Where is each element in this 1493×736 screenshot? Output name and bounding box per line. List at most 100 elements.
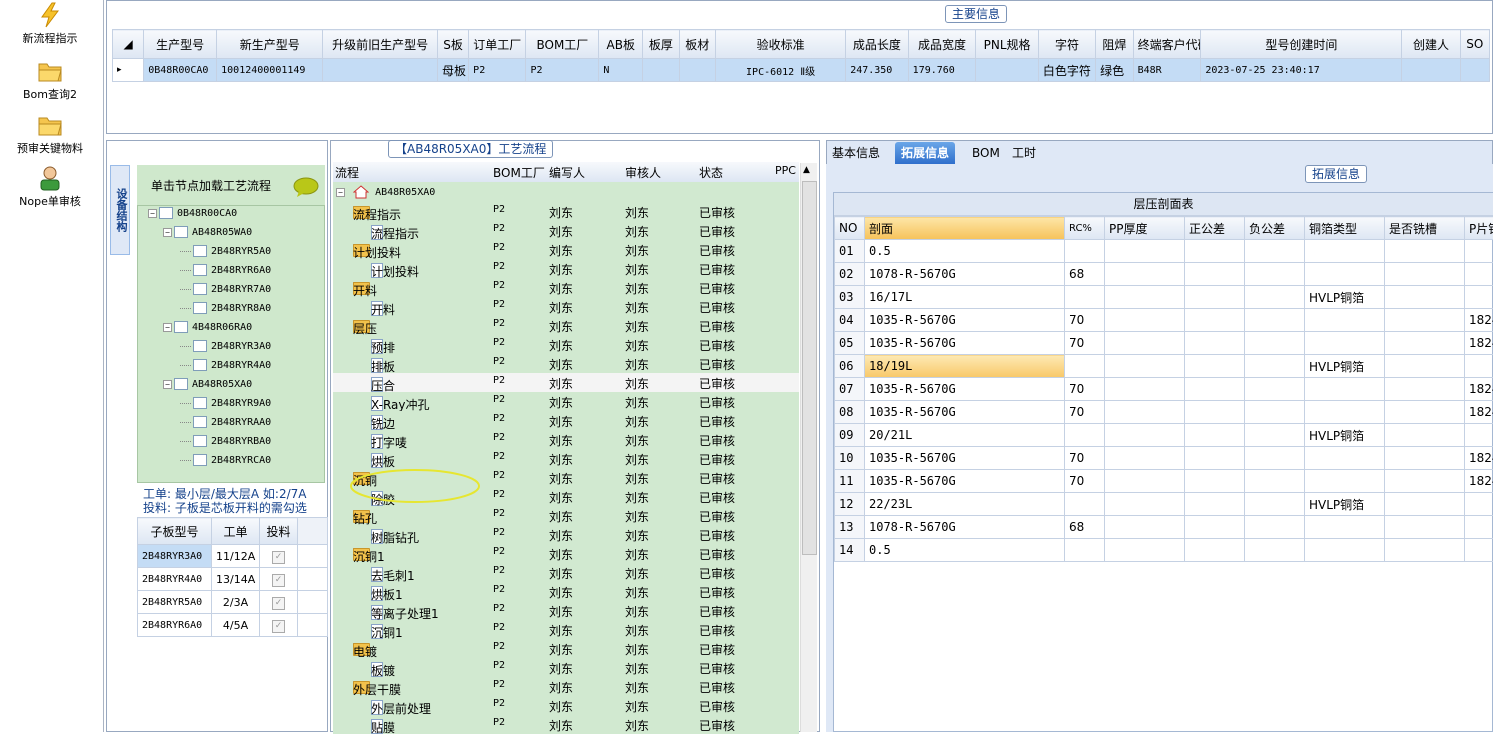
table-row[interactable]: 1222/23LHVLP铜箔 (835, 493, 1493, 516)
col-header[interactable]: BOM工厂 (493, 164, 545, 181)
cell[interactable]: 01 (835, 240, 865, 263)
cell[interactable] (1305, 539, 1385, 562)
cell[interactable] (1105, 447, 1185, 470)
tree-node[interactable]: 2B48RYR8A0 (180, 302, 271, 316)
col-header[interactable]: S板 (437, 30, 468, 59)
table-row[interactable]: 2B48RYR5A02/3A✓ (138, 591, 328, 614)
cell[interactable] (1105, 493, 1185, 516)
cell[interactable] (1465, 355, 1493, 378)
cell[interactable]: 70 (1065, 309, 1105, 332)
table-row[interactable]: 041035-R-5670G701824 (835, 309, 1493, 332)
tree-node[interactable]: 2B48RYR3A0 (180, 340, 271, 354)
cell[interactable] (1185, 309, 1245, 332)
cell[interactable]: N (599, 59, 643, 82)
cell[interactable] (1385, 424, 1465, 447)
cell[interactable]: 1035-R-5670G (865, 401, 1065, 424)
col-header[interactable]: 板材 (679, 30, 715, 59)
cell[interactable] (323, 59, 438, 82)
cell[interactable] (1105, 470, 1185, 493)
launch-bom-query[interactable]: Bom查询2 (0, 58, 100, 102)
cell[interactable] (1185, 355, 1245, 378)
collapse-toggle[interactable]: − (163, 380, 172, 389)
process-row[interactable]: −钻孔P2刘东刘东已审核 (333, 506, 799, 525)
cell[interactable]: 70 (1065, 447, 1105, 470)
tab-detail[interactable]: 基本信息 (826, 142, 886, 164)
cell-order[interactable]: 2/3A (212, 591, 260, 614)
cell[interactable]: 母板 (437, 59, 468, 82)
tree-node[interactable]: 2B48RYRCA0 (180, 454, 271, 468)
tree-node[interactable]: 2B48RYR5A0 (180, 245, 271, 259)
col-header[interactable]: 状态 (699, 164, 723, 181)
process-row[interactable]: 打字唛P2刘东刘东已审核 (333, 430, 799, 449)
process-row[interactable]: 去毛刺1P2刘东刘东已审核 (333, 563, 799, 582)
process-row[interactable]: −计划投料P2刘东刘东已审核 (333, 240, 799, 259)
cell[interactable] (1245, 493, 1305, 516)
cell[interactable]: 07 (835, 378, 865, 401)
col-header[interactable]: 编写人 (549, 164, 585, 181)
process-row[interactable]: 烘板1P2刘东刘东已审核 (333, 582, 799, 601)
cell[interactable]: 02 (835, 263, 865, 286)
tree-node[interactable]: 2B48RYR7A0 (180, 283, 271, 297)
cell[interactable]: 2023-07-25 23:40:17 (1201, 59, 1402, 82)
cell[interactable] (1105, 401, 1185, 424)
col-header[interactable]: NO (835, 217, 865, 240)
table-row[interactable]: 2B48RYR4A013/14A✓ (138, 568, 328, 591)
table-row[interactable]: 051035-R-5670G701824 (835, 332, 1493, 355)
cell[interactable] (1305, 378, 1385, 401)
tree-node[interactable]: 2B48RYR6A0 (180, 264, 271, 278)
collapse-toggle[interactable]: − (163, 323, 172, 332)
cell[interactable] (1185, 493, 1245, 516)
cell[interactable] (1402, 59, 1460, 82)
cell[interactable] (1105, 424, 1185, 447)
cell[interactable]: 白色字符 (1038, 59, 1095, 82)
process-row[interactable]: 流程指示P2刘东刘东已审核 (333, 221, 799, 240)
cell[interactable]: 10 (835, 447, 865, 470)
cell[interactable] (1305, 263, 1385, 286)
cell[interactable] (1105, 286, 1185, 309)
tree-node[interactable]: 2B48RYR4A0 (180, 359, 271, 373)
col-header[interactable]: 子板型号 (138, 518, 212, 545)
process-row[interactable]: −电镀P2刘东刘东已审核 (333, 639, 799, 658)
tab-detail[interactable]: 工时 (1006, 142, 1042, 164)
collapse-toggle[interactable]: − (336, 188, 345, 197)
cell[interactable]: 70 (1065, 401, 1105, 424)
cell[interactable] (1465, 286, 1493, 309)
process-row[interactable]: 板镀P2刘东刘东已审核 (333, 658, 799, 677)
cell[interactable] (1305, 309, 1385, 332)
col-header[interactable]: 审核人 (625, 164, 661, 181)
cell[interactable] (1305, 516, 1385, 539)
cell[interactable]: 70 (1065, 378, 1105, 401)
cell[interactable] (1105, 332, 1185, 355)
cell[interactable] (1185, 378, 1245, 401)
cell-order[interactable]: 4/5A (212, 614, 260, 637)
cell[interactable]: 10012400001149 (217, 59, 323, 82)
col-header[interactable]: 终端客户代码 (1133, 30, 1201, 59)
process-row[interactable]: 等离子处理1P2刘东刘东已审核 (333, 601, 799, 620)
cell[interactable] (1465, 493, 1493, 516)
cell[interactable] (1385, 539, 1465, 562)
cell[interactable] (1385, 355, 1465, 378)
tree-node[interactable]: −0B48R00CA0 (148, 207, 237, 221)
tab-detail[interactable]: BOM (966, 142, 1006, 164)
cell[interactable]: 11 (835, 470, 865, 493)
process-row[interactable]: 排板P2刘东刘东已审核 (333, 354, 799, 373)
col-header[interactable]: 铜箔类型 (1305, 217, 1385, 240)
cell[interactable] (1185, 447, 1245, 470)
col-header[interactable]: 负公差 (1245, 217, 1305, 240)
cell[interactable] (1245, 424, 1305, 447)
process-row[interactable]: 计划投料P2刘东刘东已审核 (333, 259, 799, 278)
process-row[interactable]: 外层前处理P2刘东刘东已审核 (333, 696, 799, 715)
tree-node[interactable]: 2B48RYR9A0 (180, 397, 271, 411)
cell[interactable]: 05 (835, 332, 865, 355)
cell[interactable]: 1824 (1465, 447, 1493, 470)
cell[interactable]: 03 (835, 286, 865, 309)
cell[interactable] (1465, 263, 1493, 286)
cell[interactable]: 1035-R-5670G (865, 470, 1065, 493)
process-row[interactable]: 烘板P2刘东刘东已审核 (333, 449, 799, 468)
process-row[interactable]: 压合P2刘东刘东已审核 (333, 373, 799, 392)
col-header[interactable]: PP厚度 (1105, 217, 1185, 240)
cell[interactable] (1105, 355, 1185, 378)
cell-order[interactable]: 13/14A (212, 568, 260, 591)
cell[interactable] (1465, 424, 1493, 447)
cell[interactable] (1105, 309, 1185, 332)
